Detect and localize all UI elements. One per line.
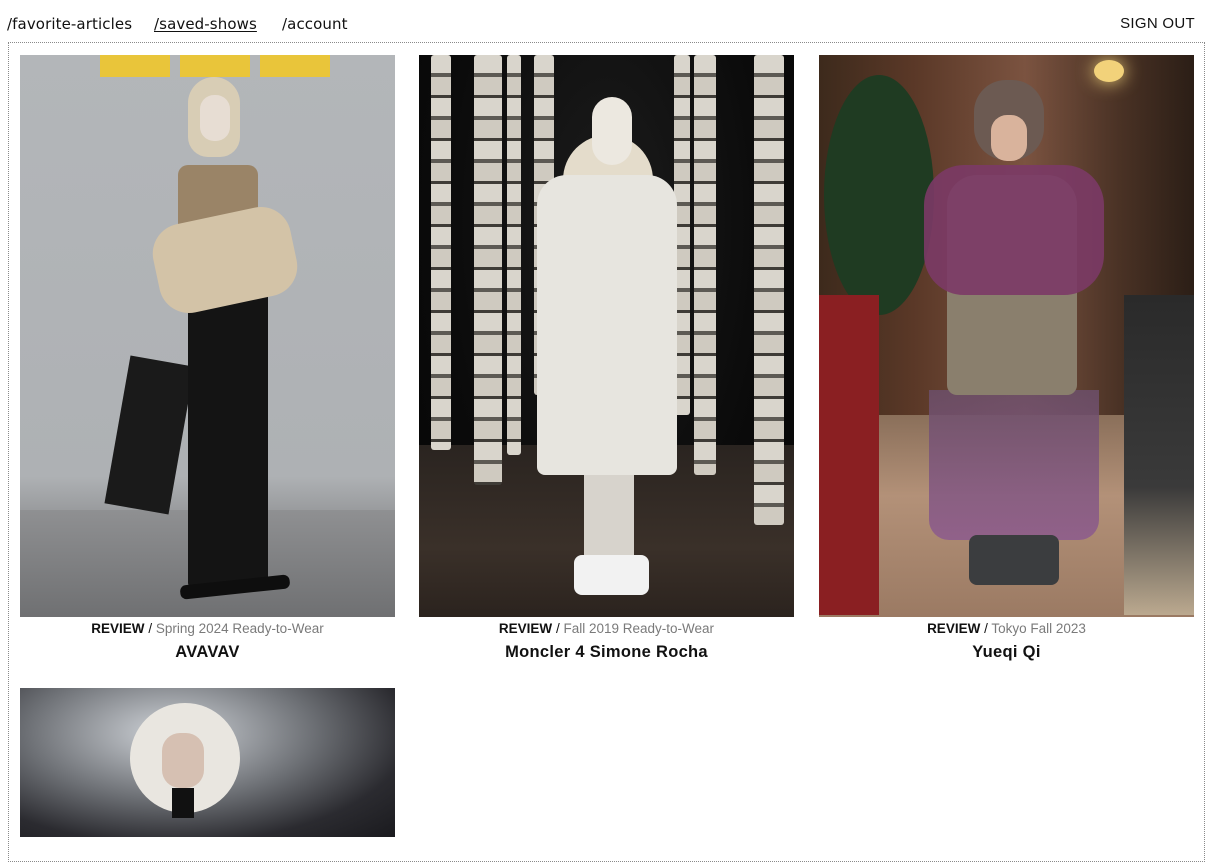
sign-out-button[interactable]: SIGN OUT: [1120, 15, 1195, 32]
show-card[interactable]: [20, 688, 395, 837]
show-season: Tokyo Fall 2023: [991, 621, 1086, 636]
show-season: Fall 2019 Ready-to-Wear: [563, 621, 715, 636]
show-season: Spring 2024 Ready-to-Wear: [155, 621, 324, 636]
show-image[interactable]: [20, 688, 395, 837]
designer-name[interactable]: Moncler 4 Simone Rocha: [419, 643, 794, 662]
designer-name[interactable]: AVAVAV: [20, 643, 395, 662]
show-meta: REVIEW / Tokyo Fall 2023: [819, 621, 1194, 637]
show-meta: REVIEW / Spring 2024 Ready-to-Wear: [20, 621, 395, 637]
show-image[interactable]: [20, 55, 395, 617]
nav-favorite-articles[interactable]: /favorite-articles: [7, 15, 132, 33]
saved-shows-grid: REVIEW / Spring 2024 Ready-to-Wear AVAVA…: [8, 42, 1205, 862]
show-image[interactable]: [419, 55, 794, 617]
review-label: REVIEW: [927, 621, 981, 636]
designer-name[interactable]: Yueqi Qi: [819, 643, 1194, 662]
meta-separator: /: [148, 621, 153, 636]
nav-saved-shows[interactable]: /saved-shows: [154, 15, 257, 33]
meta-separator: /: [984, 621, 988, 636]
meta-separator: /: [555, 621, 560, 636]
show-meta: REVIEW / Fall 2019 Ready-to-Wear: [419, 621, 794, 637]
show-card[interactable]: REVIEW / Fall 2019 Ready-to-Wear Moncler…: [419, 55, 794, 662]
review-label: REVIEW: [498, 621, 553, 636]
show-card[interactable]: REVIEW / Tokyo Fall 2023 Yueqi Qi: [819, 55, 1194, 662]
top-navigation: /favorite-articles /saved-shows /account…: [0, 0, 1218, 42]
show-image[interactable]: [819, 55, 1194, 617]
show-card[interactable]: REVIEW / Spring 2024 Ready-to-Wear AVAVA…: [20, 55, 395, 662]
review-label: REVIEW: [91, 621, 145, 636]
nav-account[interactable]: /account: [282, 15, 348, 33]
